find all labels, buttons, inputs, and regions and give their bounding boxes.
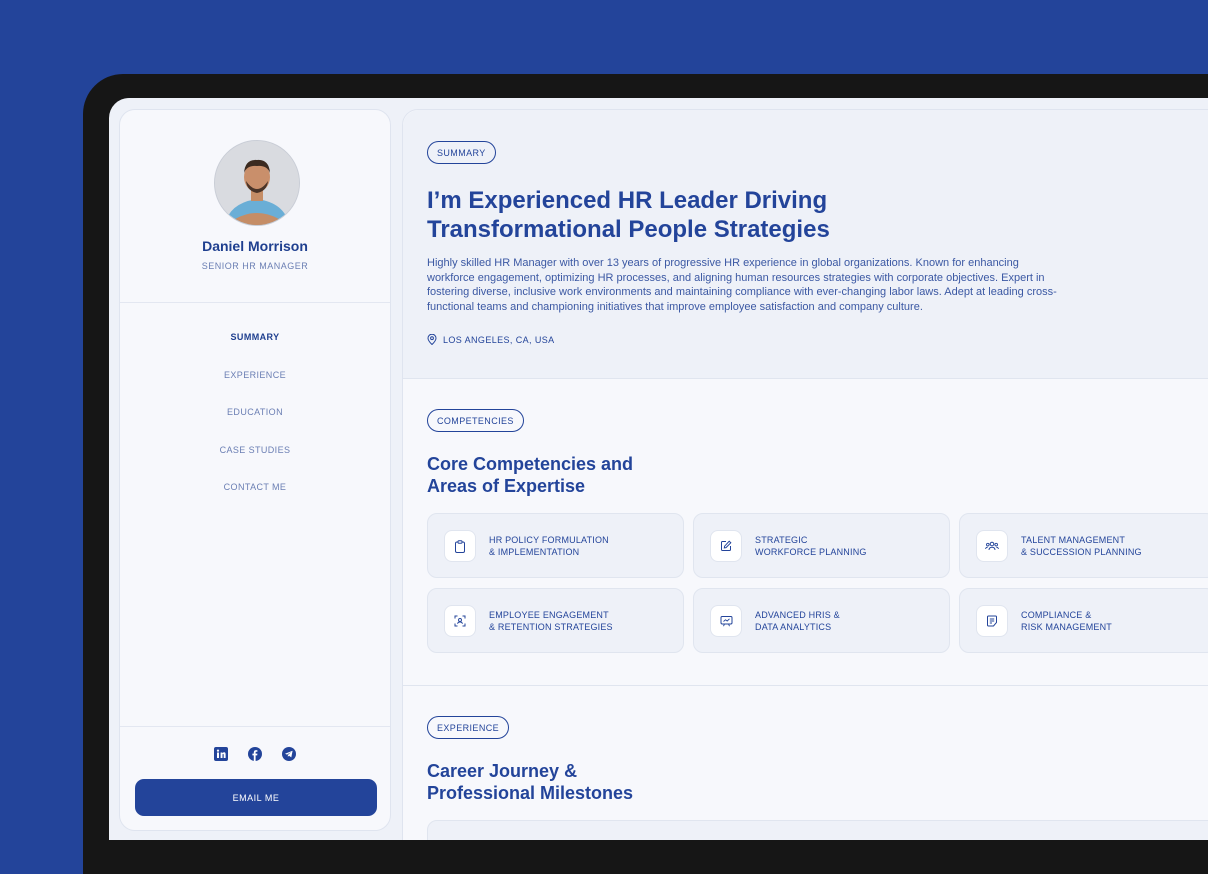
competency-card[interactable]: EMPLOYEE ENGAGEMENT & RETENTION STRATEGI… xyxy=(427,588,684,653)
experience-title: Career Journey & Professional Milestones xyxy=(427,761,634,803)
edit-icon xyxy=(710,530,742,562)
competencies-tag: COMPETENCIES xyxy=(427,409,524,432)
document-icon xyxy=(976,605,1008,637)
profile-card: Daniel Morrison SENIOR HR MANAGER xyxy=(120,110,390,303)
clipboard-icon xyxy=(444,530,476,562)
competency-card[interactable]: COMPLIANCE & RISK MANAGEMENT xyxy=(959,588,1208,653)
avatar xyxy=(214,140,300,226)
competency-label: TALENT MANAGEMENT & SUCCESSION PLANNING xyxy=(1021,535,1142,557)
competency-card[interactable]: HR POLICY FORMULATION & IMPLEMENTATION xyxy=(427,513,684,578)
social-links xyxy=(120,745,390,763)
experience-card xyxy=(427,820,1208,840)
summary-section: SUMMARY I’m Experienced HR Leader Drivin… xyxy=(403,110,1208,379)
competency-label: STRATEGIC WORKFORCE PLANNING xyxy=(755,535,867,557)
experience-section: EXPERIENCE Career Journey & Professional… xyxy=(403,685,1208,840)
nav-item-experience[interactable]: EXPERIENCE xyxy=(120,370,390,408)
sidebar-nav: SUMMARY EXPERIENCE EDUCATION CASE STUDIE… xyxy=(120,332,390,520)
nav-item-contact-me[interactable]: CONTACT ME xyxy=(120,482,390,520)
email-me-button[interactable]: EMAIL ME xyxy=(135,779,377,816)
location-pin-icon xyxy=(427,333,437,347)
competency-card[interactable]: STRATEGIC WORKFORCE PLANNING xyxy=(693,513,950,578)
telegram-icon[interactable] xyxy=(282,746,297,761)
linkedin-icon[interactable] xyxy=(213,746,228,761)
facebook-icon[interactable] xyxy=(248,746,262,761)
competency-card[interactable]: ADVANCED HRIS & DATA ANALYTICS xyxy=(693,588,950,653)
location-text: LOS ANGELES, CA, USA xyxy=(443,334,555,345)
competency-label: ADVANCED HRIS & DATA ANALYTICS xyxy=(755,610,840,632)
people-icon xyxy=(976,530,1008,562)
user-focus-icon xyxy=(444,605,476,637)
nav-item-education[interactable]: EDUCATION xyxy=(120,407,390,445)
sidebar: Daniel Morrison SENIOR HR MANAGER SUMMAR… xyxy=(119,109,391,831)
nav-item-summary[interactable]: SUMMARY xyxy=(120,332,390,370)
location: LOS ANGELES, CA, USA xyxy=(427,333,555,347)
screen: Daniel Morrison SENIOR HR MANAGER SUMMAR… xyxy=(109,98,1208,840)
competencies-title: Core Competencies and Areas of Expertise xyxy=(427,454,634,496)
experience-tag: EXPERIENCE xyxy=(427,716,510,739)
main-content: SUMMARY I’m Experienced HR Leader Drivin… xyxy=(402,109,1208,840)
profile-name: Daniel Morrison xyxy=(202,238,308,254)
competency-card[interactable]: TALENT MANAGEMENT & SUCCESSION PLANNING xyxy=(959,513,1208,578)
profile-role: SENIOR HR MANAGER xyxy=(201,261,309,271)
nav-item-case-studies[interactable]: CASE STUDIES xyxy=(120,445,390,483)
competency-label: EMPLOYEE ENGAGEMENT & RETENTION STRATEGI… xyxy=(489,610,613,632)
summary-intro: Highly skilled HR Manager with over 13 y… xyxy=(427,257,1057,313)
competency-label: HR POLICY FORMULATION & IMPLEMENTATION xyxy=(489,535,609,557)
competency-label: COMPLIANCE & RISK MANAGEMENT xyxy=(1021,610,1113,632)
competencies-section: COMPETENCIES Core Competencies and Areas… xyxy=(403,378,1208,686)
summary-tag: SUMMARY xyxy=(427,141,496,164)
page-title: I’m Experienced HR Leader Driving Transf… xyxy=(427,187,830,243)
chart-board-icon xyxy=(710,605,742,637)
sidebar-footer: EMAIL ME xyxy=(120,726,390,833)
